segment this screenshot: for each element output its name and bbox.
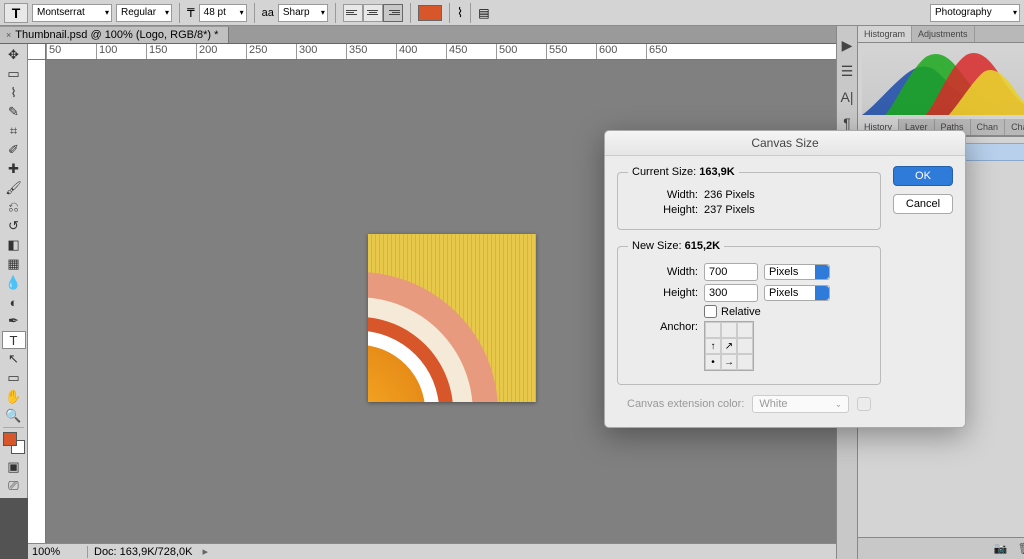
font-family-select[interactable]: Montserrat (32, 4, 112, 22)
status-bar: 100% Doc: 163,9K/728,0K ▸ (28, 543, 836, 559)
document-title: Thumbnail.psd @ 100% (Logo, RGB/8*) * (15, 29, 218, 41)
heal-tool[interactable]: ✚ (2, 160, 26, 178)
pen-tool[interactable]: ✒ (2, 312, 26, 330)
histogram-tabs: Histogram Adjustments (858, 26, 1024, 43)
relative-checkbox[interactable] (704, 305, 717, 318)
document-tab[interactable]: × Thumbnail.psd @ 100% (Logo, RGB/8*) * (0, 27, 229, 43)
screen-mode-toggle[interactable]: ⎚ (2, 477, 26, 495)
tab-channels-2[interactable]: Chan (1005, 119, 1024, 135)
tab-histogram[interactable]: Histogram (858, 26, 912, 42)
blur-tool[interactable]: 💧 (2, 274, 26, 292)
tool-preset-icon[interactable]: T (4, 3, 28, 23)
dialog-title: Canvas Size (605, 131, 965, 156)
height-unit-select[interactable]: Pixels (764, 285, 830, 301)
stamp-tool[interactable]: ⎌ (2, 198, 26, 216)
ruler-origin[interactable] (28, 44, 46, 60)
foreground-color[interactable] (3, 432, 17, 446)
ruler-vertical[interactable] (28, 60, 46, 543)
current-size-group: Current Size: 163,9K Width:236 Pixels He… (617, 166, 881, 230)
character-panel-icon[interactable]: ▤ (478, 6, 489, 20)
ok-button[interactable]: OK (893, 166, 953, 186)
tools-panel: ✥ ▭ ⌇ ✎ ⌗ ✐ ✚ 🖌 ⎌ ↺ ◧ ▦ 💧 ◐ ✒ T ↖ ▭ ✋ 🔍 … (0, 44, 28, 498)
extension-color-select: White (752, 395, 849, 413)
width-input[interactable] (704, 263, 758, 281)
workspace-select[interactable]: Photography (930, 4, 1020, 22)
font-size-select[interactable]: 48 pt (199, 4, 247, 22)
history-brush-tool[interactable]: ↺ (2, 217, 26, 235)
tab-channels[interactable]: Chan (971, 119, 1006, 135)
align-left-button[interactable] (343, 4, 363, 22)
doc-size-readout[interactable]: Doc: 163,9K/728,0K (88, 546, 198, 558)
align-right-button[interactable] (383, 4, 403, 22)
close-icon[interactable]: × (6, 30, 11, 40)
new-snapshot-icon[interactable]: 📷 (994, 542, 1008, 555)
anchor-grid[interactable]: ↑↗ •→ (704, 321, 754, 371)
dodge-tool[interactable]: ◐ (2, 293, 26, 311)
width-unit-select[interactable]: Pixels (764, 264, 830, 280)
marquee-tool[interactable]: ▭ (2, 65, 26, 83)
font-style-select[interactable]: Regular (116, 4, 172, 22)
path-select-tool[interactable]: ↖ (2, 350, 26, 368)
text-color-swatch[interactable] (418, 5, 442, 21)
zoom-level[interactable]: 100% (28, 546, 88, 558)
brush-tool[interactable]: 🖌 (2, 179, 26, 197)
trash-icon[interactable]: 🗑 (1018, 542, 1024, 555)
document-canvas[interactable] (368, 234, 536, 402)
extension-color-label: Canvas extension color: (627, 398, 744, 410)
tab-adjustments[interactable]: Adjustments (912, 26, 975, 42)
antialias-select[interactable]: Sharp (278, 4, 328, 22)
cancel-button[interactable]: Cancel (893, 194, 953, 214)
color-swatches[interactable] (3, 432, 25, 454)
play-icon[interactable]: ▶ (837, 36, 857, 54)
zoom-tool[interactable]: 🔍 (2, 407, 26, 425)
new-size-group: New Size: 615,2K Width: Pixels Height: P… (617, 240, 881, 385)
panel-footer: 📷 🗑 (858, 537, 1024, 559)
ruler-horizontal[interactable]: 50100150 200250300 350400450 500550600 6… (46, 44, 836, 60)
height-input[interactable] (704, 284, 758, 302)
character-mini-icon[interactable]: A| (837, 88, 857, 106)
type-tool[interactable]: T (2, 331, 26, 349)
canvas-size-dialog: Canvas Size Current Size: 163,9K Width:2… (604, 130, 966, 428)
gradient-tool[interactable]: ▦ (2, 255, 26, 273)
options-bar: T Montserrat Regular ₸ 48 pt aa Sharp ⌇ … (0, 0, 1024, 26)
status-menu-icon[interactable]: ▸ (198, 545, 212, 558)
lasso-tool[interactable]: ⌇ (2, 84, 26, 102)
current-height: 237 Pixels (704, 204, 755, 216)
align-center-button[interactable] (363, 4, 383, 22)
warp-text-icon[interactable]: ⌇ (457, 5, 463, 21)
move-tool[interactable]: ✥ (2, 46, 26, 64)
eyedropper-tool[interactable]: ✐ (2, 141, 26, 159)
quick-mask-toggle[interactable]: ▣ (2, 458, 26, 476)
shape-tool[interactable]: ▭ (2, 369, 26, 387)
quick-select-tool[interactable]: ✎ (2, 103, 26, 121)
antialias-label: aa (262, 7, 274, 19)
relative-label: Relative (721, 306, 761, 318)
current-width: 236 Pixels (704, 189, 755, 201)
layers-mini-icon[interactable]: ☰ (837, 62, 857, 80)
font-size-icon: ₸ (187, 6, 195, 20)
hand-tool[interactable]: ✋ (2, 388, 26, 406)
histogram-panel (858, 43, 1024, 119)
text-align-group (343, 4, 403, 22)
eraser-tool[interactable]: ◧ (2, 236, 26, 254)
extension-color-swatch (857, 397, 871, 411)
crop-tool[interactable]: ⌗ (2, 122, 26, 140)
